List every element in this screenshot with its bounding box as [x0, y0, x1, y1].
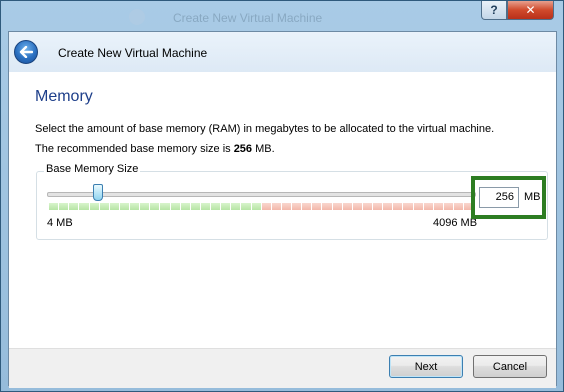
arrow-left-icon: [19, 46, 33, 58]
memory-min-label: 4 MB: [47, 217, 73, 229]
slider-scale-segment: [302, 203, 312, 210]
slider-scale-segment: [292, 203, 302, 210]
slider-scale-segment: [69, 203, 79, 210]
slider-scale-segment: [79, 203, 89, 210]
slider-scale-segment: [140, 203, 150, 210]
slider-scale-segment: [403, 203, 413, 210]
wizard-header: Create New Virtual Machine: [9, 32, 556, 72]
slider-scale-segment: [332, 203, 342, 210]
wizard-page: Create New Virtual Machine Memory Select…: [8, 31, 557, 388]
slider-scale-segment: [59, 203, 69, 210]
slider-scale-segment: [160, 203, 170, 210]
slider-scale-segment: [433, 203, 443, 210]
slider-scale-segment: [109, 203, 119, 210]
slider-scale-segment: [221, 203, 231, 210]
slider-scale-segment: [119, 203, 129, 210]
slider-scale-segment: [312, 203, 322, 210]
recommended-suffix: MB.: [252, 143, 275, 155]
slider-scale-segment: [393, 203, 403, 210]
help-button[interactable]: ?: [481, 1, 507, 20]
slider-scale-segment: [251, 203, 261, 210]
wizard-title: Create New Virtual Machine: [58, 46, 208, 60]
slider-scale-segment: [413, 203, 423, 210]
slider-scale-segment: [89, 203, 99, 210]
slider-scale-segment: [443, 203, 453, 210]
next-button[interactable]: Next: [389, 355, 463, 378]
slider-scale-segment: [342, 203, 352, 210]
window-title: Create New Virtual Machine: [173, 11, 323, 25]
memory-slider-thumb[interactable]: [93, 184, 104, 201]
slider-scale-segment: [150, 203, 160, 210]
dialog-window: Create New Virtual Machine ? ✕ Create Ne…: [0, 0, 564, 392]
slider-scale-segment: [322, 203, 332, 210]
slider-scale-segment: [362, 203, 372, 210]
slider-scale-segment: [241, 203, 251, 210]
page-title: Memory: [35, 88, 93, 105]
close-button[interactable]: ✕: [507, 1, 554, 20]
button-bar: Next Cancel: [9, 348, 556, 388]
slider-scale-segment: [261, 203, 271, 210]
slider-scale-segment: [281, 203, 291, 210]
cancel-button[interactable]: Cancel: [473, 355, 547, 378]
slider-scale-segment: [373, 203, 383, 210]
slider-scale-segment: [211, 203, 221, 210]
slider-scale-segment: [271, 203, 281, 210]
page-description: Select the amount of base memory (RAM) i…: [35, 123, 495, 135]
recommended-prefix: The recommended base memory size is: [35, 143, 234, 155]
slider-scale-segment: [170, 203, 180, 210]
slider-scale-segment: [454, 203, 464, 210]
slider-scale-segment: [180, 203, 190, 210]
back-button[interactable]: [14, 40, 38, 64]
memory-slider-track[interactable]: [47, 192, 476, 197]
slider-scale-segment: [383, 203, 393, 210]
slider-scale-segment: [423, 203, 433, 210]
recommended-value: 256: [233, 143, 253, 155]
slider-scale-segment: [99, 203, 109, 210]
app-icon: [129, 9, 145, 25]
memory-group-label: Base Memory Size: [44, 163, 141, 175]
memory-unit-label: MB: [524, 191, 541, 203]
slider-scale-segment: [200, 203, 210, 210]
title-bar: Create New Virtual Machine ? ✕: [1, 1, 563, 31]
recommended-text: The recommended base memory size is 256 …: [35, 143, 275, 155]
slider-scale-segment: [231, 203, 241, 210]
slider-scale-segment: [190, 203, 200, 210]
slider-scale-segment: [352, 203, 362, 210]
memory-size-input[interactable]: 256: [479, 187, 519, 208]
slider-scale-segment: [130, 203, 140, 210]
slider-scale-segment: [49, 203, 59, 210]
memory-slider-scale: [49, 203, 474, 210]
